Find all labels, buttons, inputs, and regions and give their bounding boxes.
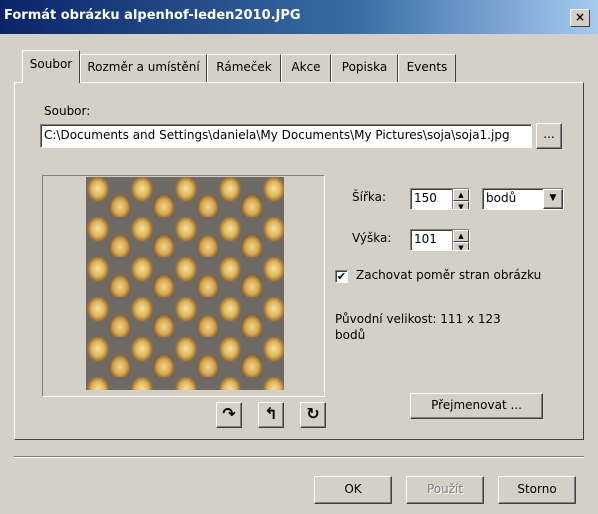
original-size-text: Původní velikost: 111 x 123: [335, 312, 501, 326]
height-value[interactable]: 101: [411, 230, 452, 250]
height-label: Výška:: [352, 231, 392, 245]
flip-icon: ↰: [264, 404, 278, 423]
tab-label: Akce: [291, 60, 321, 74]
spin-down-icon[interactable]: ▼: [453, 242, 469, 250]
rotate-right-icon: ↷: [222, 404, 236, 423]
browse-button[interactable]: ...: [536, 123, 562, 149]
tab-events[interactable]: Events: [398, 54, 456, 82]
width-spinner[interactable]: 150 ▲ ▼: [410, 188, 470, 210]
tab-ramecek[interactable]: Rámeček: [207, 54, 281, 82]
width-spin-buttons[interactable]: ▲ ▼: [452, 189, 469, 209]
divider: [14, 456, 584, 458]
window-title: Formát obrázku alpenhof-leden2010.JPG: [4, 8, 301, 23]
tab-label: Soubor: [29, 57, 73, 71]
close-button[interactable]: ×: [570, 9, 590, 27]
tab-popiska[interactable]: Popiska: [331, 54, 398, 82]
tab-label: Rozměr a umístění: [87, 60, 200, 74]
tab-rozmer[interactable]: Rozměr a umístění: [80, 54, 207, 82]
apply-button[interactable]: Použít: [406, 476, 484, 504]
keep-ratio-checkbox[interactable]: ✔: [335, 270, 348, 283]
original-size-unit: bodů: [335, 328, 366, 342]
tab-soubor[interactable]: Soubor: [22, 50, 80, 83]
width-value[interactable]: 150: [411, 189, 452, 209]
apply-label: Použít: [426, 482, 464, 496]
rename-button[interactable]: Přejmenovat ...: [410, 393, 543, 419]
file-path-input[interactable]: C:\Documents and Settings\daniela\My Doc…: [40, 124, 532, 148]
height-spinner[interactable]: 101 ▲ ▼: [410, 229, 470, 251]
rotate-button[interactable]: ↻: [300, 402, 326, 428]
spin-down-icon[interactable]: ▼: [453, 201, 469, 209]
soybeans-image: [86, 177, 284, 390]
tab-label: Events: [406, 60, 448, 74]
title-bar: Formát obrázku alpenhof-leden2010.JPG ×: [0, 0, 598, 34]
rotate-right-button[interactable]: ↷: [216, 402, 242, 428]
width-label: Šířka:: [352, 190, 387, 204]
tab-akce[interactable]: Akce: [281, 54, 331, 82]
cancel-button[interactable]: Storno: [498, 476, 576, 504]
rotate-icon: ↻: [306, 404, 320, 423]
ok-button[interactable]: OK: [314, 476, 392, 504]
spin-up-icon[interactable]: ▲: [453, 189, 469, 201]
unit-value: bodů: [486, 191, 517, 205]
file-label: Soubor:: [44, 104, 91, 118]
unit-select[interactable]: bodů ▼: [482, 188, 564, 210]
height-spin-buttons[interactable]: ▲ ▼: [452, 230, 469, 250]
keep-ratio-label[interactable]: Zachovat poměr stran obrázku: [356, 268, 541, 282]
tab-label: Popiska: [341, 60, 388, 74]
chevron-down-icon[interactable]: ▼: [543, 189, 563, 209]
spin-up-icon[interactable]: ▲: [453, 230, 469, 242]
flip-button[interactable]: ↰: [258, 402, 284, 428]
tab-label: Rámeček: [216, 60, 272, 74]
